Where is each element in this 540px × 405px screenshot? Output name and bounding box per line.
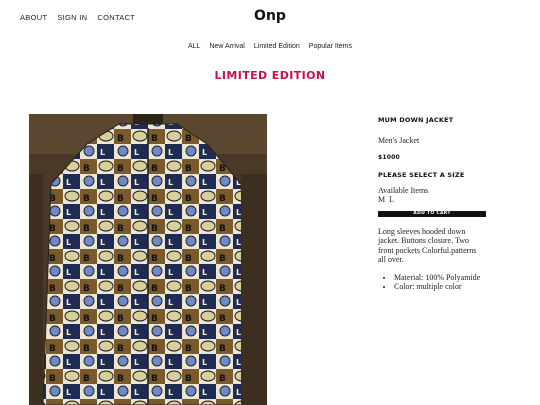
product-details: MUM DOWN JACKET Men's Jacket $1000 PLEAS… bbox=[378, 116, 488, 292]
size-option-m[interactable]: M bbox=[378, 195, 385, 205]
feature-list: Material: 100% Polyamide Color: multiple… bbox=[378, 273, 488, 292]
page-title: LIMITED EDITION bbox=[214, 69, 326, 82]
available-items-label: Available Items bbox=[378, 185, 429, 195]
product-name: MUM DOWN JACKET bbox=[378, 116, 454, 124]
add-to-cart-button[interactable]: ADD TO CART bbox=[378, 210, 486, 217]
category-nav: ALL New Arrival Limited Edition Popular … bbox=[0, 43, 540, 50]
product-image: B L bbox=[29, 114, 267, 405]
size-option-l[interactable]: L bbox=[389, 195, 394, 205]
product-type: Men's Jacket bbox=[378, 136, 420, 145]
product-price: $1000 bbox=[378, 153, 400, 161]
size-heading: PLEASE SELECT A SIZE bbox=[378, 170, 465, 179]
product-description: Long sleeves hooded down jacket. Buttons… bbox=[378, 226, 477, 265]
brand-logo[interactable]: Onp bbox=[0, 8, 540, 24]
feature-material: Material: 100% Polyamide bbox=[394, 273, 488, 283]
feature-color: Color: multiple color bbox=[394, 282, 488, 292]
size-options: M L bbox=[378, 195, 488, 205]
category-all-link[interactable]: ALL bbox=[188, 43, 200, 50]
category-limited-edition-link[interactable]: Limited Edition bbox=[254, 43, 300, 50]
category-popular-items-link[interactable]: Popular Items bbox=[309, 43, 352, 50]
category-new-arrival-link[interactable]: New Arrival bbox=[209, 43, 244, 50]
